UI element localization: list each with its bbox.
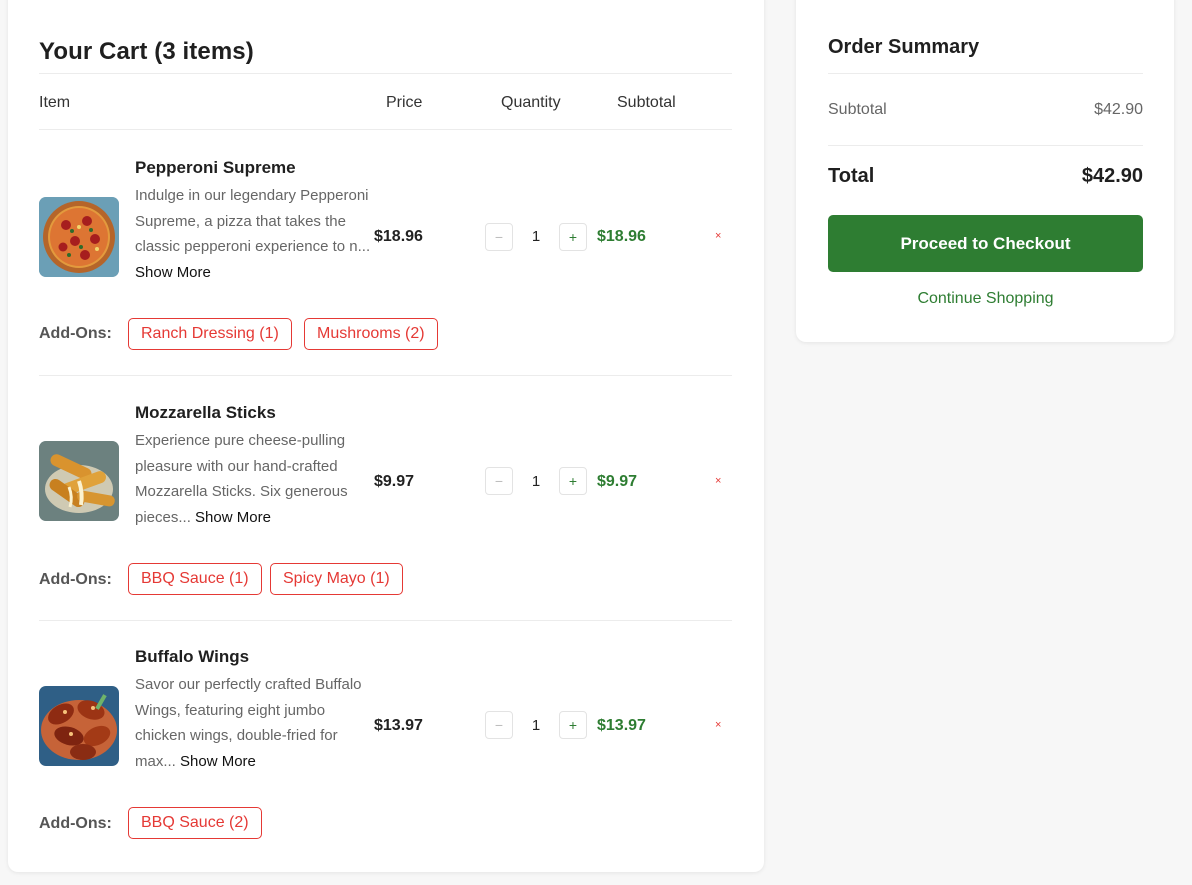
- order-summary-title: Order Summary: [828, 36, 980, 58]
- increase-quantity-button[interactable]: +: [559, 711, 587, 739]
- divider: [828, 145, 1143, 146]
- buffalo-wings-image: [39, 686, 119, 766]
- divider: [828, 73, 1143, 74]
- addons-label: Add-Ons:: [39, 571, 112, 588]
- show-more-link[interactable]: Show More: [135, 264, 211, 281]
- summary-subtotal-label: Subtotal: [828, 101, 887, 118]
- proceed-to-checkout-button[interactable]: Proceed to Checkout: [828, 215, 1143, 272]
- quantity-value: 1: [531, 228, 541, 245]
- remove-item-button[interactable]: ×: [715, 475, 721, 487]
- cart-title: Your Cart (3 items): [39, 38, 254, 65]
- divider: [39, 73, 732, 74]
- remove-item-button[interactable]: ×: [715, 230, 721, 242]
- item-description: Savor our perfectly crafted Buffalo Wing…: [135, 672, 371, 774]
- increase-quantity-button[interactable]: +: [559, 223, 587, 251]
- item-name: Pepperoni Supreme: [135, 158, 296, 177]
- item-subtotal: $13.97: [597, 717, 646, 734]
- addon-tag[interactable]: Mushrooms (2): [304, 318, 438, 350]
- item-price: $18.96: [374, 228, 423, 245]
- item-price: $13.97: [374, 717, 423, 734]
- item-description: Experience pure cheese-pulling pleasure …: [135, 428, 371, 530]
- column-header-price: Price: [386, 94, 423, 111]
- addon-tag[interactable]: Spicy Mayo (1): [270, 563, 403, 595]
- decrease-quantity-button[interactable]: −: [485, 223, 513, 251]
- addon-tag[interactable]: Ranch Dressing (1): [128, 318, 292, 350]
- quantity-value: 1: [531, 473, 541, 490]
- column-header-quantity: Quantity: [501, 94, 561, 111]
- cart-item-pepperoni-supreme: Pepperoni Supreme Indulge in our legenda…: [39, 129, 732, 375]
- addon-tag[interactable]: BBQ Sauce (2): [128, 807, 262, 839]
- item-subtotal: $18.96: [597, 228, 646, 245]
- decrease-quantity-button[interactable]: −: [485, 711, 513, 739]
- cart-item-buffalo-wings: Buffalo Wings Savor our perfectly crafte…: [39, 620, 732, 865]
- show-more-link[interactable]: Show More: [195, 509, 271, 526]
- decrease-quantity-button[interactable]: −: [485, 467, 513, 495]
- show-more-link[interactable]: Show More: [180, 753, 256, 770]
- cart-item-mozzarella-sticks: Mozzarella Sticks Experience pure cheese…: [39, 375, 732, 620]
- item-description: Indulge in our legendary Pepperoni Supre…: [135, 183, 371, 285]
- item-description-text: Indulge in our legendary Pepperoni Supre…: [135, 187, 371, 255]
- pizza-image: [39, 197, 119, 277]
- summary-total-label: Total: [828, 165, 875, 187]
- summary-total-value: $42.90: [1081, 165, 1143, 187]
- quantity-value: 1: [531, 717, 541, 734]
- item-name: Mozzarella Sticks: [135, 403, 276, 422]
- addon-tag[interactable]: BBQ Sauce (1): [128, 563, 262, 595]
- increase-quantity-button[interactable]: +: [559, 467, 587, 495]
- item-subtotal: $9.97: [597, 473, 638, 490]
- addons-label: Add-Ons:: [39, 815, 112, 832]
- mozzarella-sticks-image: [39, 441, 119, 521]
- remove-item-button[interactable]: ×: [715, 719, 721, 731]
- summary-subtotal-value: $42.90: [1094, 101, 1143, 118]
- column-header-item: Item: [39, 94, 71, 111]
- addons-label: Add-Ons:: [39, 325, 112, 342]
- item-price: $9.97: [374, 473, 415, 490]
- item-name: Buffalo Wings: [135, 647, 250, 666]
- continue-shopping-link[interactable]: Continue Shopping: [828, 290, 1143, 308]
- column-header-subtotal: Subtotal: [617, 94, 676, 111]
